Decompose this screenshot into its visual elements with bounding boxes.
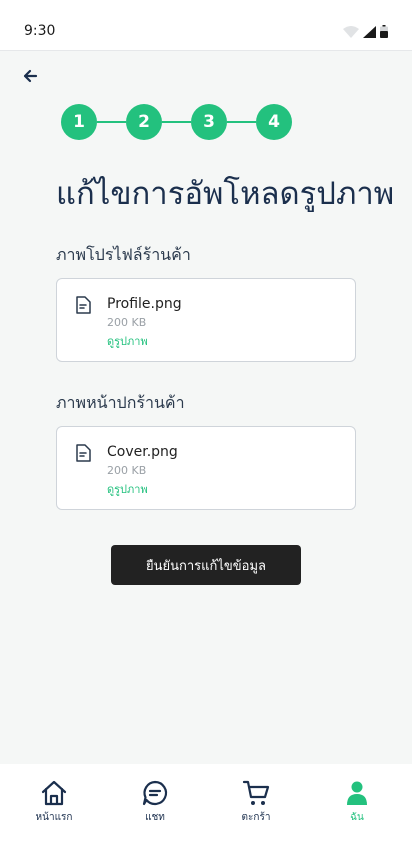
nav-label: ฉัน: [350, 812, 364, 823]
cover-section-label: ภาพหน้าปกร้านค้า: [56, 393, 185, 412]
view-image-link[interactable]: ดูรูปภาพ: [107, 480, 148, 498]
step-4: 4: [256, 104, 292, 140]
nav-chat[interactable]: แชท: [119, 778, 191, 825]
step-1: 1: [61, 104, 97, 140]
arrow-left-icon: [23, 69, 38, 83]
step-connector: [227, 121, 256, 123]
person-icon: [347, 781, 367, 805]
cart-icon: [242, 780, 270, 805]
profile-file-card: Profile.png 200 KB ดูรูปภาพ: [56, 278, 356, 362]
confirm-edit-button[interactable]: ยืนยันการแก้ไขข้อมูล: [111, 545, 301, 585]
page-title: แก้ไขการอัพโหลดรูปภาพ: [56, 176, 395, 212]
back-button[interactable]: [21, 66, 41, 86]
status-icons: [343, 25, 388, 38]
file-name: Cover.png: [107, 444, 178, 460]
step-connector: [162, 121, 191, 123]
nav-label: ตะกร้า: [241, 812, 271, 823]
step-connector: [97, 121, 126, 123]
cover-file-card: Cover.png 200 KB ดูรูปภาพ: [56, 426, 356, 510]
view-image-link[interactable]: ดูรูปภาพ: [107, 332, 148, 350]
wifi-icon: [343, 25, 359, 38]
file-size: 200 KB: [107, 316, 147, 329]
nav-profile[interactable]: ฉัน: [321, 778, 393, 825]
nav-cart[interactable]: ตะกร้า: [220, 778, 292, 825]
profile-section-label: ภาพโปรไฟล์ร้านค้า: [56, 245, 191, 264]
status-time: 9:30: [24, 23, 56, 39]
document-icon: [76, 296, 91, 314]
step-3: 3: [191, 104, 227, 140]
stepper: 1 2 3 4: [61, 104, 292, 140]
home-icon: [41, 780, 67, 806]
nav-label: หน้าแรก: [35, 812, 73, 823]
battery-icon: [380, 25, 388, 38]
document-icon: [76, 444, 91, 462]
status-bar: 9:30: [0, 0, 412, 51]
nav-label: แชท: [145, 812, 165, 823]
bottom-nav: หน้าแรก แชท ตะกร้า ฉัน: [0, 764, 412, 844]
file-size: 200 KB: [107, 464, 147, 477]
chat-icon: [142, 780, 168, 806]
nav-home[interactable]: หน้าแรก: [18, 778, 90, 825]
step-2: 2: [126, 104, 162, 140]
signal-icon: [363, 25, 376, 38]
file-name: Profile.png: [107, 296, 182, 312]
